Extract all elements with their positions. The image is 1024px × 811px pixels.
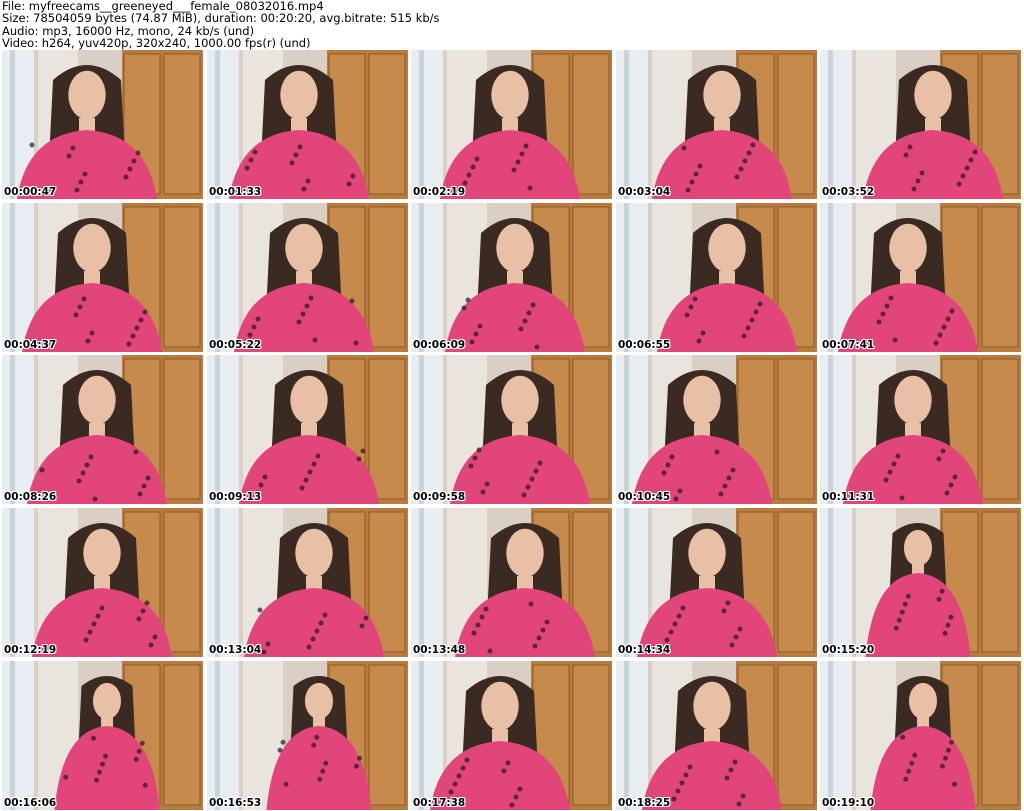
thumbnail-timestamp: 00:01:33	[209, 186, 262, 198]
thumbnail-frame: 00:08:26	[2, 355, 203, 504]
thumbnail-frame: 00:00:47	[2, 50, 203, 199]
video-frame-image	[207, 508, 408, 657]
video-frame-image	[616, 50, 817, 199]
video-frame-image	[207, 203, 408, 352]
thumbnail-frame: 00:02:19	[411, 50, 612, 199]
video-frame-image	[411, 355, 612, 504]
video-frame-image	[820, 355, 1021, 504]
thumbnail-timestamp: 00:10:45	[618, 491, 671, 503]
video-frame-image	[411, 661, 612, 810]
thumbnail-timestamp: 00:12:19	[4, 644, 57, 656]
thumbnail-frame: 00:04:37	[2, 203, 203, 352]
thumbnail-frame: 00:16:06	[2, 661, 203, 810]
thumbnail-timestamp: 00:18:25	[618, 797, 671, 809]
video-frame-image	[207, 355, 408, 504]
video-frame-image	[2, 661, 203, 810]
video-frame-image	[616, 203, 817, 352]
thumbnail-frame: 00:13:48	[411, 508, 612, 657]
thumbnail-timestamp: 00:04:37	[4, 339, 57, 351]
video-frame-image	[820, 203, 1021, 352]
thumbnail-frame: 00:15:20	[820, 508, 1021, 657]
thumbnail-frame: 00:11:31	[820, 355, 1021, 504]
thumbnail-frame: 00:19:10	[820, 661, 1021, 810]
thumbnail-frame: 00:05:22	[207, 203, 408, 352]
thumbnail-timestamp: 00:13:04	[209, 644, 262, 656]
video-line: Video: h264, yuv420p, 320x240, 1000.00 f…	[2, 35, 311, 50]
thumbnail-timestamp: 00:06:55	[618, 339, 671, 351]
thumbnail-timestamp: 00:03:52	[822, 186, 875, 198]
thumbnail-frame: 00:16:53	[207, 661, 408, 810]
thumbnail-frame: 00:09:58	[411, 355, 612, 504]
thumbnail-timestamp: 00:06:09	[413, 339, 466, 351]
thumbnail-timestamp: 00:17:38	[413, 797, 466, 809]
size-line: Size: 78504059 bytes (74.87 MiB), durati…	[2, 11, 440, 26]
video-frame-image	[820, 508, 1021, 657]
thumbnail-frame: 00:18:25	[616, 661, 817, 810]
thumbnail-timestamp: 00:16:53	[209, 797, 262, 809]
thumbnail-frame: 00:17:38	[411, 661, 612, 810]
video-frame-image	[207, 50, 408, 199]
thumbnail-frame: 00:09:13	[207, 355, 408, 504]
video-frame-image	[411, 203, 612, 352]
thumbnail-frame: 00:13:04	[207, 508, 408, 657]
video-frame-image	[820, 661, 1021, 810]
thumbnail-timestamp: 00:14:34	[618, 644, 671, 656]
video-frame-image	[616, 508, 817, 657]
thumbnail-timestamp: 00:00:47	[4, 186, 57, 198]
thumbnail-frame: 00:03:04	[616, 50, 817, 199]
thumbnail-frame: 00:03:52	[820, 50, 1021, 199]
thumbnail-frame: 00:12:19	[2, 508, 203, 657]
thumbnail-timestamp: 00:05:22	[209, 339, 262, 351]
video-frame-image	[411, 508, 612, 657]
thumbnail-frame: 00:14:34	[616, 508, 817, 657]
thumbnail-timestamp: 00:09:13	[209, 491, 262, 503]
thumbnail-timestamp: 00:15:20	[822, 644, 875, 656]
thumbnail-frame: 00:10:45	[616, 355, 817, 504]
thumbnail-frame: 00:06:55	[616, 203, 817, 352]
video-frame-image	[2, 355, 203, 504]
video-frame-image	[2, 508, 203, 657]
video-frame-image	[616, 355, 817, 504]
video-frame-image	[207, 661, 408, 810]
thumbnail-timestamp: 00:03:04	[618, 186, 671, 198]
thumbnail-grid: 00:00:47 00:01:33 00:02:19 00:03:04 00:03:52…	[0, 50, 1024, 811]
thumbnail-timestamp: 00:09:58	[413, 491, 466, 503]
thumbnail-timestamp: 00:08:26	[4, 491, 57, 503]
thumbnail-timestamp: 00:13:48	[413, 644, 466, 656]
thumbnail-timestamp: 00:02:19	[413, 186, 466, 198]
file-info-header: File: myfreecams__greeneyed___female_080…	[2, 0, 440, 49]
thumbnail-timestamp: 00:19:10	[822, 797, 875, 809]
video-frame-image	[2, 50, 203, 199]
thumbnail-timestamp: 00:16:06	[4, 797, 57, 809]
thumbnail-frame: 00:07:41	[820, 203, 1021, 352]
video-frame-image	[820, 50, 1021, 199]
video-frame-image	[2, 203, 203, 352]
video-frame-image	[616, 661, 817, 810]
thumbnail-frame: 00:06:09	[411, 203, 612, 352]
thumbnail-timestamp: 00:07:41	[822, 339, 875, 351]
thumbnail-frame: 00:01:33	[207, 50, 408, 199]
video-frame-image	[411, 50, 612, 199]
thumbnail-timestamp: 00:11:31	[822, 491, 875, 503]
